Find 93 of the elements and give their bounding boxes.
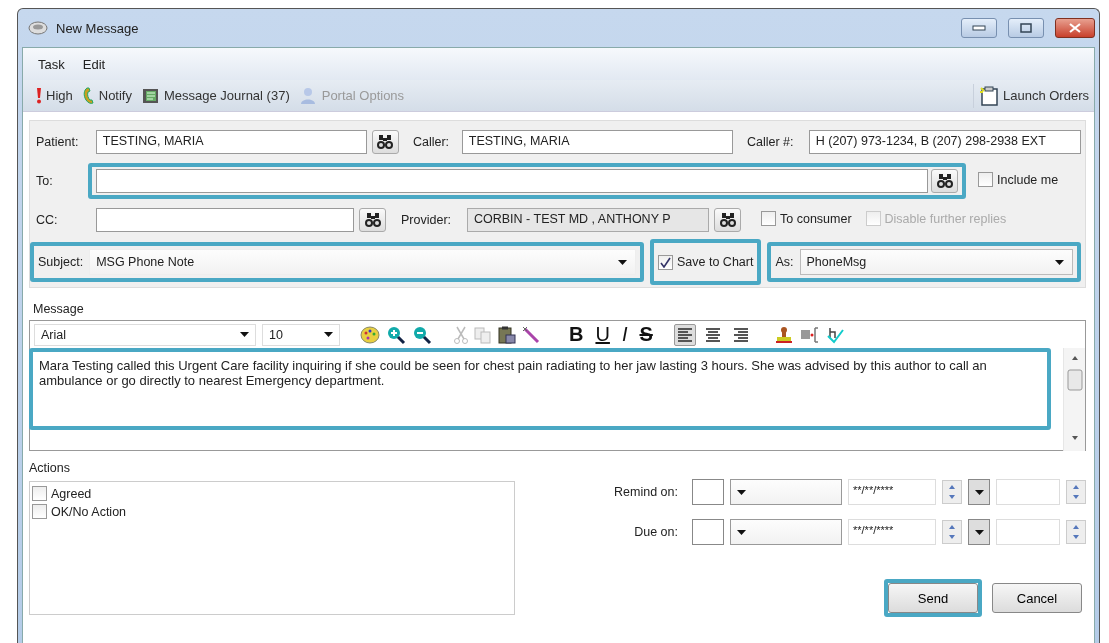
spell-check-icon[interactable] (825, 325, 844, 344)
clipboard-icon (979, 85, 999, 106)
dropdown[interactable] (730, 519, 842, 545)
spinner-icon[interactable] (1066, 480, 1086, 504)
maximize-button[interactable] (1008, 18, 1044, 38)
provider-field[interactable]: CORBIN - TEST MD , ANTHONY P (467, 208, 709, 232)
paste-icon[interactable] (498, 325, 516, 344)
phone-icon (82, 86, 95, 105)
dialog-button[interactable]: Cancel (992, 583, 1082, 613)
field-label: CC: (36, 213, 59, 227)
palette-icon[interactable] (360, 325, 380, 344)
section-label: Actions (29, 461, 71, 475)
close-icon (1069, 23, 1081, 33)
to-consumer-checkbox[interactable]: To consumer (761, 211, 852, 226)
caret-icon (974, 529, 984, 535)
caret-icon (1055, 259, 1064, 265)
check-icon (660, 256, 671, 268)
stamp-icon[interactable] (773, 325, 794, 344)
format-button[interactable]: B (566, 323, 587, 346)
lookup-button[interactable] (359, 208, 386, 232)
insert-icon[interactable] (799, 325, 820, 344)
dialog-button[interactable]: Send (888, 583, 978, 613)
caret-icon (974, 489, 984, 495)
app-icon (28, 21, 48, 35)
menu-item[interactable]: Edit (75, 54, 113, 74)
patient-field[interactable]: TESTING, MARIA (95, 130, 367, 154)
toolbar-button[interactable]: High (31, 85, 78, 106)
binoculars-icon (935, 173, 954, 189)
include-me-checkbox[interactable]: Include me (978, 172, 1059, 187)
lookup-button[interactable] (372, 130, 399, 154)
spinner-icon[interactable] (1066, 520, 1086, 544)
align-left-button[interactable] (673, 323, 696, 346)
zoom-out-icon[interactable] (412, 324, 432, 345)
action-checkbox[interactable]: Agreed (32, 486, 512, 501)
binoculars-icon (376, 134, 395, 150)
close-button[interactable] (1055, 18, 1095, 38)
exclamation-icon (36, 87, 42, 104)
field-label: Patient: (36, 135, 80, 149)
wand-icon[interactable] (522, 325, 540, 344)
spinner-icon[interactable] (942, 480, 962, 504)
caret-icon (240, 332, 249, 337)
field-label: Due on: (633, 525, 678, 539)
binoculars-icon (718, 212, 737, 228)
caret-icon (737, 489, 746, 495)
minimize-icon (972, 25, 986, 31)
window-title: New Message (56, 20, 140, 36)
dropdown[interactable] (730, 479, 842, 505)
binoculars-icon (363, 212, 382, 228)
format-button[interactable]: S (636, 323, 656, 346)
caller-number-field[interactable]: H (207) 973-1234, B (207) 298-2938 EXT (808, 130, 1081, 154)
dropdown-button[interactable] (968, 479, 990, 505)
font-size-dropdown[interactable]: 10 (262, 323, 340, 346)
lookup-button[interactable] (931, 169, 958, 193)
caret-icon (618, 259, 627, 265)
field-label: As: (775, 255, 794, 269)
time-field[interactable] (996, 479, 1060, 505)
field-label: Subject: (38, 255, 84, 269)
toolbar-button[interactable]: Notify (77, 84, 137, 107)
cc-field[interactable] (96, 208, 354, 232)
field-label: Remind on: (613, 485, 678, 499)
format-button[interactable]: U (592, 323, 613, 346)
caret-icon (737, 529, 746, 535)
journal-icon (142, 87, 160, 104)
spinner-icon[interactable] (942, 520, 962, 544)
format-button[interactable]: I (618, 323, 631, 346)
action-checkbox[interactable]: OK/No Action (32, 504, 512, 519)
toolbar-button[interactable]: Message Journal (37) (137, 85, 295, 106)
person-icon (299, 86, 318, 105)
date-field[interactable]: **/**/**** (848, 519, 936, 545)
scrollbar[interactable] (1063, 348, 1085, 451)
maximize-icon (1020, 23, 1032, 33)
zoom-in-icon[interactable] (386, 324, 406, 345)
field-label: Provider: (401, 213, 453, 227)
field-label: Caller #: (747, 135, 795, 149)
to-field[interactable] (96, 169, 928, 193)
date-field[interactable]: **/**/**** (848, 479, 936, 505)
input-field[interactable] (692, 479, 724, 505)
caret-icon (324, 332, 333, 337)
menu-item[interactable]: Task (31, 54, 72, 74)
time-field[interactable] (996, 519, 1060, 545)
message-text[interactable]: Mara Testing called this Urgent Care facility inquiring if she could be seen for chest pain radiating to her jaw lasting 3 hours. She was advised by this author to call an ambulance or go directly to nearest Emergency department. (33, 352, 1047, 394)
section-label: Message (33, 302, 85, 316)
as-dropdown[interactable]: PhoneMsg (799, 249, 1073, 275)
font-dropdown[interactable]: Arial (34, 323, 256, 346)
input-field[interactable] (692, 519, 724, 545)
launch-orders-button[interactable]: Launch Orders (973, 83, 1094, 108)
field-label: To: (36, 174, 54, 188)
dropdown-button[interactable] (968, 519, 990, 545)
save-to-chart-checkbox[interactable]: Save to Chart (658, 254, 754, 270)
lookup-button[interactable] (714, 208, 741, 232)
minimize-button[interactable] (961, 18, 997, 38)
caller-field[interactable]: TESTING, MARIA (461, 130, 733, 154)
field-label: Caller: (412, 135, 451, 149)
